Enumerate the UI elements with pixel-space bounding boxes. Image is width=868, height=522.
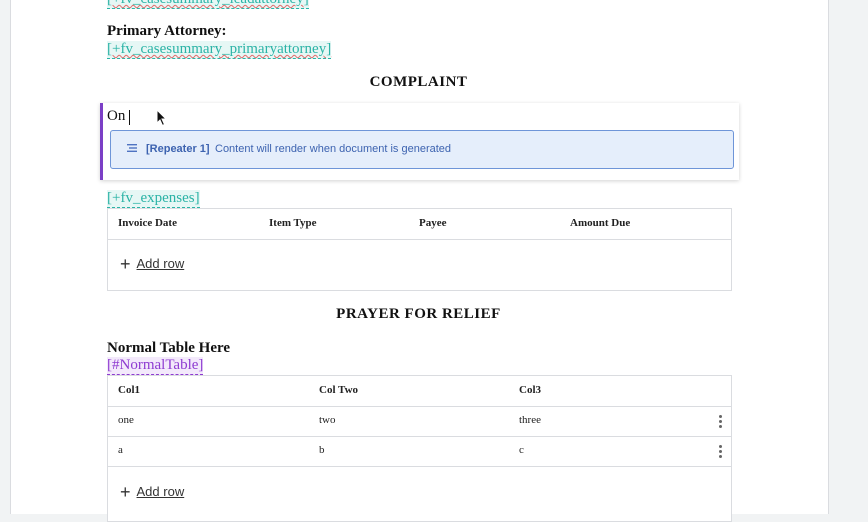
plus-icon: +: [120, 254, 131, 274]
repeater-text[interactable]: On: [107, 108, 125, 125]
repeater-icon: [126, 142, 138, 154]
table-row[interactable]: a b c: [108, 436, 731, 467]
lead-attorney-merge-field[interactable]: [+fv_casesummary_leadattorney]: [107, 0, 309, 9]
expenses-merge-field[interactable]: [+fv_expenses]: [107, 190, 200, 208]
repeater-placeholder[interactable]: [Repeater 1] Content will render when do…: [110, 130, 734, 169]
table-cell[interactable]: b: [319, 444, 325, 456]
table-cell[interactable]: two: [319, 414, 336, 426]
column-header: Payee: [419, 217, 447, 229]
primary-attorney-label: Primary Attorney:: [107, 23, 227, 39]
prayer-for-relief-heading: PRAYER FOR RELIEF: [336, 306, 501, 322]
column-header: Amount Due: [570, 217, 631, 229]
repeater-name: [Repeater 1]: [146, 143, 210, 155]
column-header: Col3: [519, 384, 541, 396]
complaint-heading: COMPLAINT: [369, 74, 468, 90]
add-row-label: Add row: [136, 484, 185, 499]
table-row[interactable]: one two three: [108, 406, 731, 437]
table-cell[interactable]: three: [519, 414, 541, 426]
add-row-button[interactable]: + Add row: [120, 254, 184, 275]
normal-table: Col1 Col Two Col3 one two three a b c + A…: [107, 375, 732, 522]
expenses-table: Invoice Date Item Type Payee Amount Due …: [107, 208, 732, 291]
table-cell[interactable]: a: [118, 444, 123, 456]
table-header-row: Col1 Col Two Col3: [108, 376, 731, 407]
table-cell[interactable]: one: [118, 414, 134, 426]
table-header-row: Invoice Date Item Type Payee Amount Due: [108, 209, 731, 240]
column-header: Invoice Date: [118, 217, 177, 229]
column-header: Col Two: [319, 384, 359, 396]
normal-table-field[interactable]: [#NormalTable]: [107, 357, 204, 375]
mouse-pointer-icon: [156, 108, 168, 127]
text-cursor: [129, 110, 130, 125]
plus-icon: +: [120, 482, 131, 502]
column-header: Item Type: [269, 217, 317, 229]
row-menu-icon[interactable]: [719, 445, 723, 459]
primary-attorney-merge-field[interactable]: [+fv_casesummary_primaryattorney]: [107, 41, 332, 59]
row-menu-icon[interactable]: [719, 415, 723, 429]
column-header: Col1: [118, 384, 140, 396]
repeater-block[interactable]: On [Repeater 1] Content will render when…: [100, 103, 739, 180]
add-row-button[interactable]: + Add row: [120, 482, 184, 503]
normal-table-title: Normal Table Here: [107, 340, 231, 356]
repeater-message: Content will render when document is gen…: [215, 143, 452, 155]
table-cell[interactable]: c: [519, 444, 524, 456]
add-row-label: Add row: [136, 256, 185, 271]
